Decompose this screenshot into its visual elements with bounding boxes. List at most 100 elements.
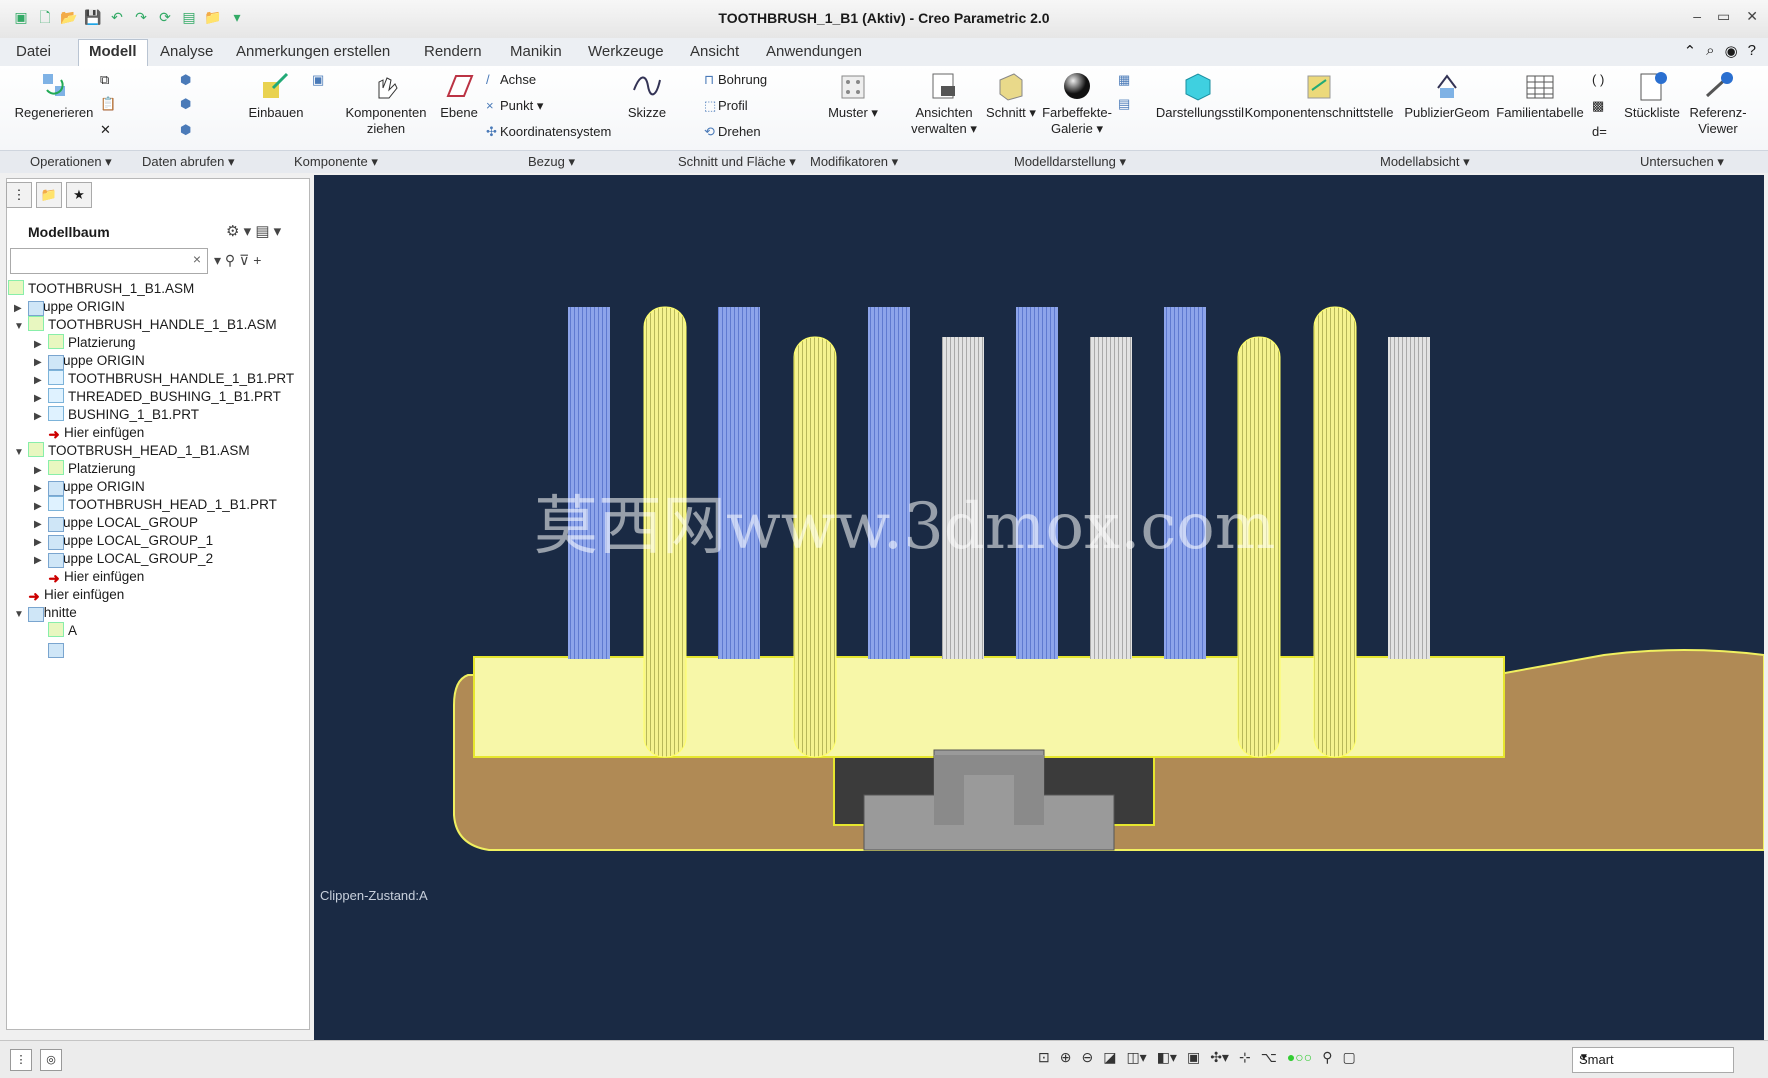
favorites-tab-icon[interactable]: ★ [66,182,92,208]
tree-node[interactable]: ▶ TOOTHBRUSH_HEAD_1_B1.PRT [34,496,277,514]
group-untersuchen[interactable]: Untersuchen ▾ [1640,154,1724,170]
equation-icon[interactable]: d= [1592,124,1607,139]
tree-node[interactable]: ▶ Gruppe LOCAL_GROUP_1 [34,532,213,550]
parameters-icon[interactable]: ▩ [1592,98,1604,114]
tree-node-insert-here[interactable]: ➜ Hier einfügen [48,424,144,442]
search-dropdown-icon[interactable]: ▾ [214,252,221,268]
tree-node[interactable]: ▶ Platzierung [34,460,136,478]
datum-display-icon[interactable]: ✣▾ [1210,1049,1229,1066]
group-modelldarstellung[interactable]: Modelldarstellung ▾ [1014,154,1126,170]
tree-node[interactable]: ▶ BUSHING_1_B1.PRT [34,406,199,424]
find-binoculars-icon[interactable]: ⚲ [225,252,235,268]
group-bezug[interactable]: Bezug ▾ [528,154,575,170]
group-modellabsicht[interactable]: Modellabsicht ▾ [1380,154,1470,170]
clear-search-icon[interactable]: × [193,251,201,267]
profil-button[interactable]: ⬚ Profil [704,98,748,114]
model-tree-tab-icon[interactable]: ⋮ [6,182,32,208]
selection-filter-dropdown[interactable]: Smart ▼ [1572,1047,1734,1073]
ebene-button[interactable]: Ebene [436,70,482,121]
tree-node[interactable]: ▶ TOOTHBRUSH_HANDLE_1_B1.PRT [34,370,294,388]
filter-icon[interactable]: ⊽ [239,252,249,268]
tree-node-section-a[interactable]: A [48,622,77,640]
relations-icon[interactable]: ( ) [1592,72,1604,87]
ansichten-verwalten-button[interactable]: Ansichten verwalten ▾ [906,70,982,137]
zoom-out-icon[interactable]: ⊖ [1081,1049,1093,1066]
darstellungsstil-button[interactable]: Darstellungsstil [1120,70,1260,121]
stueckliste-button[interactable]: Stückliste [1620,70,1684,121]
add-column-icon[interactable]: + [253,252,261,268]
copy-icon[interactable]: ⧉ [100,72,109,88]
publiziergeom-button[interactable]: PublizierGeom [1402,70,1492,121]
model-tree-search-input[interactable]: × [10,248,208,274]
group-modifikatoren[interactable]: Modifikatoren ▾ [810,154,898,170]
tree-node-insert-here[interactable]: ➜ Hier einfügen [28,586,124,604]
close-icon[interactable]: ✕ [1746,8,1758,25]
einbauen-button[interactable]: Einbauen [244,70,308,121]
help-icon[interactable]: ? [1748,42,1756,60]
group-daten-abrufen[interactable]: Daten abrufen ▾ [142,154,235,170]
tree-node[interactable]: ▶ Gruppe ORIGIN [34,352,145,370]
paste-icon[interactable]: 📋 [100,96,116,112]
drehen-button[interactable]: ⟲ Drehen [704,124,761,140]
tree-node-insert-here[interactable]: ➜ Hier einfügen [48,568,144,586]
tree-node[interactable]: ▼ Schnitte [14,604,77,622]
skizze-button[interactable]: Skizze [622,70,672,121]
collapse-ribbon-icon[interactable]: ⌃ [1684,42,1697,60]
referenz-viewer-button[interactable]: Referenz-Viewer [1686,70,1750,137]
group-operationen[interactable]: Operationen ▾ [30,154,112,170]
graphics-viewport[interactable]: 莫西网www.3dmox.com [314,175,1764,1040]
data-icon-3[interactable]: ⬢ [180,122,194,138]
koordinatensystem-button[interactable]: ✣ Koordinatensystem [486,124,611,140]
tree-node[interactable]: ▼ TOOTHBRUSH_HANDLE_1_B1.ASM [14,316,277,334]
tab-ansicht[interactable]: Ansicht [690,43,739,60]
view-manager-icon[interactable]: ▣ [1187,1049,1200,1066]
display-style-icon[interactable]: ◧▾ [1157,1049,1177,1066]
saved-views-icon[interactable]: ◫▾ [1126,1049,1146,1066]
toggle-navigator-icon[interactable]: ⋮ [10,1049,32,1071]
find-icon[interactable]: ⚲ [1322,1049,1332,1066]
tree-node[interactable]: ▶ Gruppe LOCAL_GROUP [34,514,198,532]
tab-rendern[interactable]: Rendern [424,43,482,60]
refit-icon[interactable]: ⊡ [1038,1049,1050,1066]
create-component-icon[interactable]: ▣ [312,72,326,88]
annotation-display-icon[interactable]: ⌥ [1261,1049,1277,1066]
minimize-icon[interactable]: – [1693,8,1701,25]
tree-node-section-b[interactable]: B [48,640,64,658]
tab-datei[interactable]: Datei [16,43,51,60]
regenerate-button[interactable]: Regenerieren [14,70,94,121]
tab-werkzeuge[interactable]: Werkzeuge [588,43,664,60]
maximize-icon[interactable]: ▭ [1717,8,1730,25]
community-icon[interactable]: ◉ [1725,42,1738,60]
punkt-button[interactable]: × Punkt ▾ [486,98,543,114]
data-icon-2[interactable]: ⬢ [180,96,194,112]
toggle-browser-icon[interactable]: ◎ [40,1049,62,1071]
collapse-icon[interactable]: ▼ [14,318,28,336]
achse-button[interactable]: / Achse [486,72,536,87]
tree-node[interactable]: ▶ Platzierung [34,334,136,352]
komponentenschnittstelle-button[interactable]: Komponentenschnittstelle [1244,70,1394,121]
folder-browser-tab-icon[interactable]: 📁 [36,182,62,208]
tree-node[interactable]: ▶ Gruppe LOCAL_GROUP_2 [34,550,213,568]
collapse-icon[interactable]: ▼ [14,444,28,462]
group-schnitt-und-flaeche[interactable]: Schnitt und Fläche ▾ [678,154,796,170]
data-icon-1[interactable]: ⬢ [180,72,194,88]
tree-node[interactable]: ▶ Gruppe ORIGIN [14,298,125,316]
tree-node[interactable]: ▶ THREADED_BUSHING_1_B1.PRT [34,388,281,406]
farbeffekte-button[interactable]: Farbeffekte-Galerie ▾ [1040,70,1114,137]
tab-anwendungen[interactable]: Anwendungen [766,43,862,60]
expand-icon[interactable]: ▶ [34,408,48,426]
schnitt-button[interactable]: Schnitt ▾ [986,70,1036,121]
model-display-icon[interactable]: ▢ [1342,1049,1355,1066]
drag-components-button[interactable]: Komponenten ziehen [340,70,432,137]
zoom-in-icon[interactable]: ⊕ [1060,1049,1072,1066]
muster-button[interactable]: Muster ▾ [820,70,886,121]
spin-center-icon[interactable]: ⊹ [1239,1049,1251,1066]
repaint-icon[interactable]: ◪ [1103,1049,1116,1066]
group-komponente[interactable]: Komponente ▾ [294,154,378,170]
tree-node[interactable]: ▼ TOOTBRUSH_HEAD_1_B1.ASM [14,442,250,460]
bohrung-button[interactable]: ⊓ Bohrung [704,72,767,88]
tab-analyse[interactable]: Analyse [160,43,213,60]
delete-icon[interactable]: ✕ [100,122,111,138]
tab-manikin[interactable]: Manikin [510,43,562,60]
tree-node[interactable]: ▶ Gruppe ORIGIN [34,478,145,496]
